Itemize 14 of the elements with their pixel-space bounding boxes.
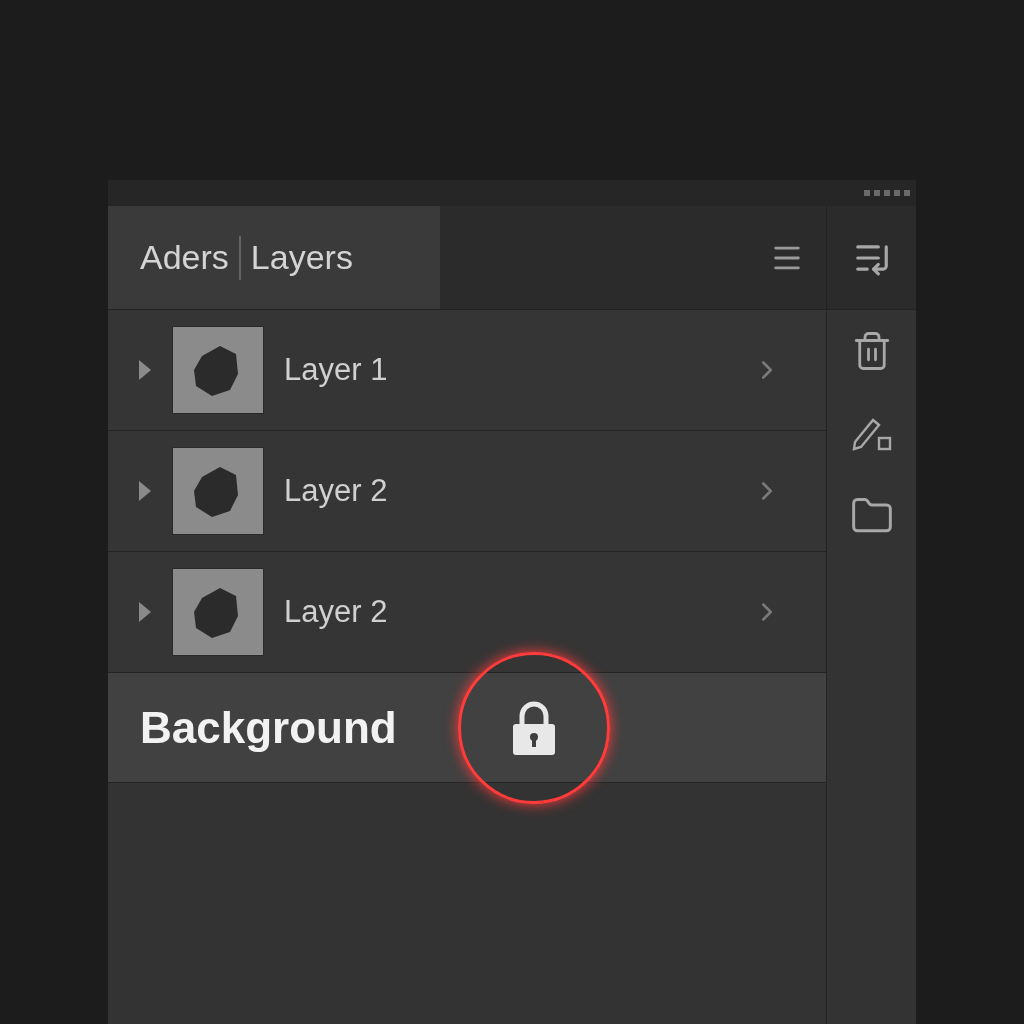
layer-row[interactable]: Layer 2: [108, 552, 826, 673]
panel-tab[interactable]: Aders: [140, 232, 229, 283]
layer-row[interactable]: Layer 1: [108, 310, 826, 431]
panel-tab[interactable]: Layers: [250, 232, 353, 283]
expand-triangle-icon[interactable]: [138, 480, 152, 502]
expand-triangle-icon[interactable]: [138, 359, 152, 381]
layer-row[interactable]: Background: [108, 673, 826, 783]
grip-icon: [864, 190, 910, 196]
layer-name: Layer 2: [284, 471, 389, 510]
expand-triangle-icon[interactable]: [138, 601, 152, 623]
layer-name: Layer 2: [284, 592, 389, 631]
layer-name: Background: [140, 701, 398, 754]
layer-name: Layer 1: [284, 350, 389, 389]
layer-row[interactable]: Layer 2: [108, 431, 826, 552]
